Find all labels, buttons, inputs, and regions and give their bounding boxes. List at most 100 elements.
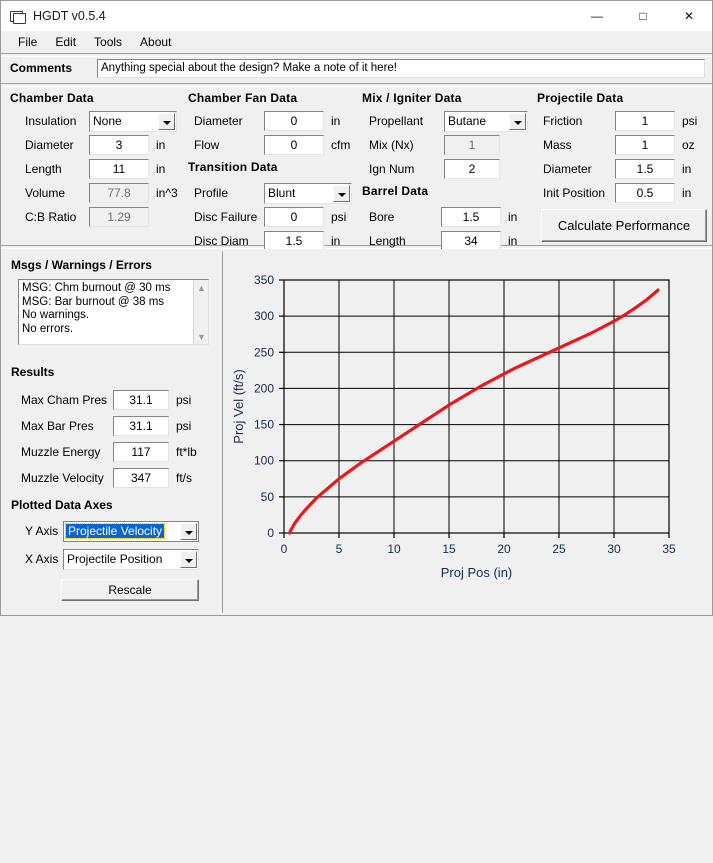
chamber-diameter-input[interactable]: 3 — [89, 135, 149, 155]
messages-scrollbar[interactable]: ▲ ▼ — [193, 280, 208, 344]
disc-failure-input[interactable]: 0 — [264, 207, 324, 227]
svg-text:200: 200 — [254, 381, 274, 395]
chamber-volume-output: 77.8 — [89, 183, 149, 203]
unit-friction: psi — [682, 114, 698, 128]
ign-num-input[interactable]: 2 — [444, 159, 500, 179]
label-projectile-diameter: Diameter — [543, 162, 592, 176]
menu-tools[interactable]: Tools — [85, 33, 131, 51]
scroll-down-icon[interactable]: ▼ — [194, 329, 208, 344]
application-window-icon — [10, 8, 26, 24]
max-cham-pres-output: 31.1 — [113, 390, 169, 410]
mass-input[interactable]: 1 — [615, 135, 675, 155]
label-mix-nx: Mix (Nx) — [369, 138, 414, 152]
label-muzzle-velocity: Muzzle Velocity — [21, 471, 104, 485]
svg-text:20: 20 — [497, 542, 511, 556]
comments-input-value: Anything special about the design? Make … — [101, 62, 398, 74]
chevron-down-icon[interactable] — [180, 551, 197, 568]
transition-profile-combo[interactable]: Blunt — [264, 183, 352, 204]
message-line: No warnings. — [22, 309, 90, 321]
disc-diam-input[interactable]: 1.5 — [264, 231, 324, 251]
bore-input[interactable]: 1.5 — [441, 207, 501, 227]
label-ign-num: Ign Num — [369, 162, 415, 176]
results-title: Results — [11, 365, 55, 379]
message-line: No errors. — [22, 322, 74, 335]
unit-chamber-volume: in^3 — [156, 186, 178, 200]
insulation-combo-value: None — [93, 114, 122, 128]
menu-edit[interactable]: Edit — [46, 33, 85, 51]
label-fan-flow: Flow — [194, 138, 220, 152]
svg-text:150: 150 — [254, 418, 274, 432]
label-fan-diameter: Diameter — [194, 114, 243, 128]
chevron-down-icon[interactable] — [333, 185, 350, 202]
mix-igniter-data-title: Mix / Igniter Data — [362, 91, 462, 105]
svg-text:15: 15 — [442, 542, 456, 556]
label-insulation: Insulation — [25, 114, 77, 128]
propellant-combo[interactable]: Butane — [444, 111, 528, 132]
label-muzzle-energy: Muzzle Energy — [21, 445, 101, 459]
unit-chamber-length: in — [156, 162, 166, 176]
label-chamber-volume: Volume — [25, 186, 66, 200]
unit-disc-diam: in — [331, 234, 341, 248]
label-x-axis: X Axis — [25, 552, 59, 566]
minimize-icon[interactable]: — — [574, 1, 620, 31]
label-chamber-length: Length — [25, 162, 62, 176]
svg-text:Proj Pos (in): Proj Pos (in) — [441, 565, 513, 580]
label-mass: Mass — [543, 138, 572, 152]
label-propellant: Propellant — [369, 114, 424, 128]
svg-text:0: 0 — [281, 542, 288, 556]
muzzle-energy-output: 117 — [113, 442, 169, 462]
performance-plot: 0 5 10 15 20 25 30 35050100150200250300350Proj … — [225, 249, 712, 613]
x-axis-combo[interactable]: Projectile Position — [63, 549, 199, 570]
y-axis-combo[interactable]: Projectile Velocity — [63, 521, 199, 542]
comments-label: Comments — [10, 61, 73, 75]
cb-ratio-output: 1.29 — [89, 207, 149, 227]
message-line: MSG: Bar burnout @ 38 ms — [22, 295, 165, 308]
fan-diameter-input[interactable]: 0 — [264, 111, 324, 131]
label-cb-ratio: C:B Ratio — [25, 210, 77, 224]
close-icon[interactable]: ✕ — [666, 1, 712, 31]
init-position-input[interactable]: 0.5 — [615, 183, 675, 203]
messages-listbox[interactable]: MSG: Chm burnout @ 30 ms MSG: Bar burnou… — [18, 279, 209, 345]
projectile-diameter-input[interactable]: 1.5 — [615, 159, 675, 179]
chamber-data-title: Chamber Data — [10, 91, 94, 105]
svg-text:100: 100 — [254, 454, 274, 468]
window-title: HGDT v0.5.4 — [33, 9, 106, 23]
chevron-down-icon[interactable] — [180, 523, 197, 540]
chamber-length-input[interactable]: 11 — [89, 159, 149, 179]
svg-text:0: 0 — [267, 526, 274, 540]
insulation-combo[interactable]: None — [89, 111, 177, 132]
svg-text:30: 30 — [607, 542, 621, 556]
menu-file[interactable]: File — [9, 33, 46, 51]
chevron-down-icon[interactable] — [158, 113, 175, 130]
unit-bore: in — [508, 210, 518, 224]
svg-text:Proj Vel (ft/s): Proj Vel (ft/s) — [231, 369, 246, 443]
maximize-icon[interactable]: □ — [620, 1, 666, 31]
unit-init-position: in — [682, 186, 692, 200]
unit-mass: oz — [682, 138, 695, 152]
svg-text:10: 10 — [387, 542, 401, 556]
label-disc-diam: Disc Diam — [194, 234, 249, 248]
application-window: HGDT v0.5.4 — □ ✕ File Edit Tools About … — [0, 0, 713, 616]
plotted-axes-title: Plotted Data Axes — [11, 498, 113, 512]
unit-chamber-diameter: in — [156, 138, 166, 152]
window-controls: — □ ✕ — [574, 1, 712, 31]
svg-text:5: 5 — [336, 542, 343, 556]
calculate-performance-button[interactable]: Calculate Performance — [541, 209, 707, 242]
form-area: Chamber Data Insulation None Diameter 3 … — [1, 87, 712, 251]
chevron-down-icon[interactable] — [509, 113, 526, 130]
menu-bar: File Edit Tools About — [1, 31, 712, 53]
lower-area: Msgs / Warnings / Errors MSG: Chm burnou… — [1, 249, 712, 863]
plot-area[interactable]: 0 5 10 15 20 25 30 35 0 50 100 150 200 250 300 350 Proj … — [225, 249, 712, 613]
barrel-length-input[interactable]: 34 — [441, 231, 501, 251]
comments-input[interactable]: Anything special about the design? Make … — [97, 59, 705, 78]
menu-about[interactable]: About — [131, 33, 180, 51]
label-max-cham-pres: Max Cham Pres — [21, 393, 108, 407]
scroll-up-icon[interactable]: ▲ — [194, 280, 208, 295]
fan-flow-input[interactable]: 0 — [264, 135, 324, 155]
unit-barrel-length: in — [508, 234, 518, 248]
rescale-button[interactable]: Rescale — [61, 579, 199, 601]
label-chamber-diameter: Diameter — [25, 138, 74, 152]
friction-input[interactable]: 1 — [615, 111, 675, 131]
y-axis-combo-value: Projectile Velocity — [64, 523, 166, 539]
transition-data-title: Transition Data — [188, 160, 278, 174]
